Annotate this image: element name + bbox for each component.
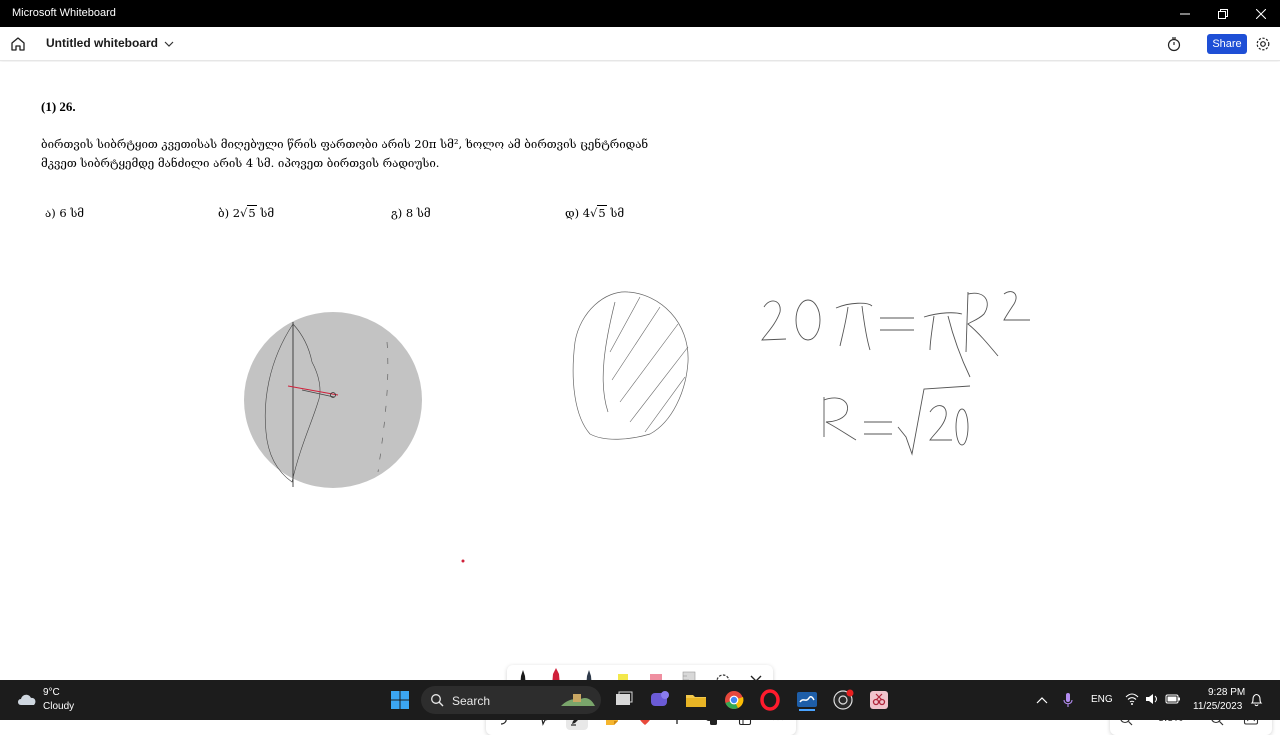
minimize-button[interactable] xyxy=(1166,0,1204,27)
obs-recorder-icon[interactable] xyxy=(831,688,855,712)
weather-temperature: 9°C xyxy=(43,687,60,698)
timer-icon[interactable] xyxy=(1166,36,1182,52)
wifi-icon[interactable] xyxy=(1125,693,1139,705)
volume-icon[interactable] xyxy=(1145,693,1159,705)
clock-date[interactable]: 11/25/2023 xyxy=(1193,701,1242,712)
search-icon xyxy=(431,694,444,707)
home-icon[interactable] xyxy=(9,35,27,53)
cross-section-drawing[interactable] xyxy=(572,291,689,440)
ink-layer[interactable] xyxy=(0,62,1280,680)
microphone-icon[interactable] xyxy=(1062,692,1074,708)
task-view-icon[interactable] xyxy=(612,688,636,712)
taskbar-search[interactable]: Search xyxy=(421,686,601,714)
opera-icon[interactable] xyxy=(758,688,782,712)
handwritten-formula[interactable] xyxy=(761,291,1030,456)
clock-time[interactable]: 9:28 PM xyxy=(1208,687,1245,698)
title-bar: Microsoft Whiteboard xyxy=(0,0,1280,27)
search-label: Search xyxy=(452,694,491,708)
chat-icon[interactable] xyxy=(648,688,672,712)
settings-icon[interactable] xyxy=(1255,36,1271,52)
app-title: Microsoft Whiteboard xyxy=(12,7,116,19)
whiteboard-canvas[interactable]: (1) 26. ბირთვის სიბრტყით კვეთისას მიღებუ… xyxy=(0,62,1280,735)
red-ink-dot[interactable] xyxy=(461,559,465,563)
snipping-tool-icon[interactable] xyxy=(867,688,891,712)
search-highlight-icon xyxy=(561,694,595,706)
sphere-drawing[interactable] xyxy=(244,312,422,488)
close-window-button[interactable] xyxy=(1242,0,1280,27)
file-explorer-icon[interactable] xyxy=(684,688,708,712)
battery-icon[interactable] xyxy=(1165,693,1181,705)
minimize-icon xyxy=(1180,13,1190,14)
share-button[interactable]: Share xyxy=(1207,34,1247,54)
weather-condition: Cloudy xyxy=(43,701,75,712)
language-indicator[interactable]: ENG xyxy=(1091,694,1113,705)
windows-start-icon[interactable] xyxy=(388,688,412,712)
cloud-icon xyxy=(18,694,36,705)
whiteboard-app-icon[interactable] xyxy=(795,688,819,712)
chrome-icon[interactable] xyxy=(722,688,746,712)
notification-bell-icon[interactable] xyxy=(1250,693,1263,707)
app-header: Untitled whiteboard Share xyxy=(0,27,1280,61)
windows-taskbar: 9°C Cloudy Search ENG 9:28 PM 11/25/2023 xyxy=(0,680,1280,720)
restore-button[interactable] xyxy=(1204,0,1242,27)
board-title[interactable]: Untitled whiteboard xyxy=(46,36,158,50)
close-icon xyxy=(1256,8,1266,19)
chevron-up-icon[interactable] xyxy=(1036,695,1048,705)
restore-icon xyxy=(1218,8,1228,19)
chevron-down-icon[interactable] xyxy=(163,38,175,50)
